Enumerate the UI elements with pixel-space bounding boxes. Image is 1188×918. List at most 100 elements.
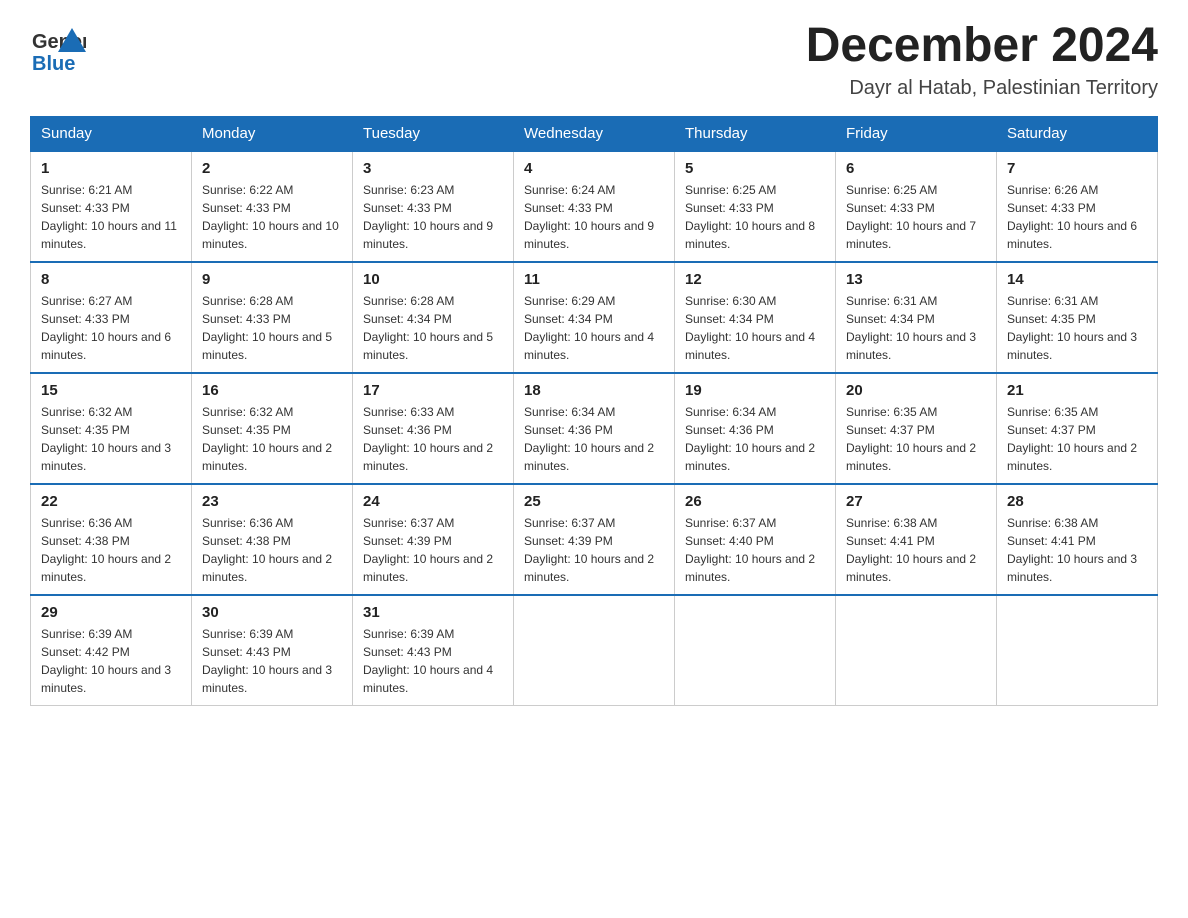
day-number: 30 <box>202 604 342 621</box>
calendar-cell: 24 Sunrise: 6:37 AM Sunset: 4:39 PM Dayl… <box>353 484 514 595</box>
calendar-cell: 29 Sunrise: 6:39 AM Sunset: 4:42 PM Dayl… <box>31 595 192 706</box>
day-info: Sunrise: 6:37 AM Sunset: 4:39 PM Dayligh… <box>524 514 664 586</box>
logo-icon: General Blue <box>30 20 86 76</box>
day-info: Sunrise: 6:28 AM Sunset: 4:33 PM Dayligh… <box>202 292 342 364</box>
calendar-cell: 16 Sunrise: 6:32 AM Sunset: 4:35 PM Dayl… <box>192 373 353 484</box>
day-info: Sunrise: 6:35 AM Sunset: 4:37 PM Dayligh… <box>1007 403 1147 475</box>
calendar-cell <box>997 595 1158 706</box>
calendar-week-row: 29 Sunrise: 6:39 AM Sunset: 4:42 PM Dayl… <box>31 595 1158 706</box>
month-year-title: December 2024 <box>806 20 1158 73</box>
calendar-cell: 7 Sunrise: 6:26 AM Sunset: 4:33 PM Dayli… <box>997 151 1158 262</box>
calendar-cell: 31 Sunrise: 6:39 AM Sunset: 4:43 PM Dayl… <box>353 595 514 706</box>
day-number: 12 <box>685 271 825 288</box>
calendar-cell: 28 Sunrise: 6:38 AM Sunset: 4:41 PM Dayl… <box>997 484 1158 595</box>
day-number: 5 <box>685 160 825 177</box>
calendar-cell: 25 Sunrise: 6:37 AM Sunset: 4:39 PM Dayl… <box>514 484 675 595</box>
day-info: Sunrise: 6:36 AM Sunset: 4:38 PM Dayligh… <box>41 514 181 586</box>
day-info: Sunrise: 6:27 AM Sunset: 4:33 PM Dayligh… <box>41 292 181 364</box>
calendar-cell: 23 Sunrise: 6:36 AM Sunset: 4:38 PM Dayl… <box>192 484 353 595</box>
calendar-cell: 5 Sunrise: 6:25 AM Sunset: 4:33 PM Dayli… <box>675 151 836 262</box>
calendar-cell: 26 Sunrise: 6:37 AM Sunset: 4:40 PM Dayl… <box>675 484 836 595</box>
calendar-cell: 9 Sunrise: 6:28 AM Sunset: 4:33 PM Dayli… <box>192 262 353 373</box>
day-number: 24 <box>363 493 503 510</box>
calendar-week-row: 1 Sunrise: 6:21 AM Sunset: 4:33 PM Dayli… <box>31 151 1158 262</box>
day-number: 25 <box>524 493 664 510</box>
calendar-cell: 13 Sunrise: 6:31 AM Sunset: 4:34 PM Dayl… <box>836 262 997 373</box>
day-info: Sunrise: 6:31 AM Sunset: 4:35 PM Dayligh… <box>1007 292 1147 364</box>
calendar-cell: 19 Sunrise: 6:34 AM Sunset: 4:36 PM Dayl… <box>675 373 836 484</box>
day-number: 11 <box>524 271 664 288</box>
day-number: 2 <box>202 160 342 177</box>
day-number: 26 <box>685 493 825 510</box>
page-header: General Blue December 2024 Dayr al Hatab… <box>30 20 1158 100</box>
svg-text:Blue: Blue <box>32 53 75 75</box>
day-number: 29 <box>41 604 181 621</box>
day-number: 3 <box>363 160 503 177</box>
calendar-cell: 14 Sunrise: 6:31 AM Sunset: 4:35 PM Dayl… <box>997 262 1158 373</box>
day-info: Sunrise: 6:37 AM Sunset: 4:39 PM Dayligh… <box>363 514 503 586</box>
calendar-cell: 6 Sunrise: 6:25 AM Sunset: 4:33 PM Dayli… <box>836 151 997 262</box>
day-info: Sunrise: 6:32 AM Sunset: 4:35 PM Dayligh… <box>41 403 181 475</box>
day-number: 31 <box>363 604 503 621</box>
header-sunday: Sunday <box>31 116 192 151</box>
day-info: Sunrise: 6:32 AM Sunset: 4:35 PM Dayligh… <box>202 403 342 475</box>
day-number: 10 <box>363 271 503 288</box>
day-info: Sunrise: 6:24 AM Sunset: 4:33 PM Dayligh… <box>524 181 664 253</box>
day-number: 14 <box>1007 271 1147 288</box>
calendar-week-row: 22 Sunrise: 6:36 AM Sunset: 4:38 PM Dayl… <box>31 484 1158 595</box>
day-number: 23 <box>202 493 342 510</box>
day-number: 4 <box>524 160 664 177</box>
calendar-cell: 4 Sunrise: 6:24 AM Sunset: 4:33 PM Dayli… <box>514 151 675 262</box>
location-subtitle: Dayr al Hatab, Palestinian Territory <box>806 77 1158 100</box>
header-thursday: Thursday <box>675 116 836 151</box>
day-number: 8 <box>41 271 181 288</box>
logo: General Blue <box>30 20 90 76</box>
calendar-cell <box>514 595 675 706</box>
calendar-cell: 10 Sunrise: 6:28 AM Sunset: 4:34 PM Dayl… <box>353 262 514 373</box>
day-info: Sunrise: 6:25 AM Sunset: 4:33 PM Dayligh… <box>685 181 825 253</box>
calendar-header-row: SundayMondayTuesdayWednesdayThursdayFrid… <box>31 116 1158 151</box>
calendar-cell: 21 Sunrise: 6:35 AM Sunset: 4:37 PM Dayl… <box>997 373 1158 484</box>
day-info: Sunrise: 6:34 AM Sunset: 4:36 PM Dayligh… <box>524 403 664 475</box>
day-info: Sunrise: 6:39 AM Sunset: 4:43 PM Dayligh… <box>363 625 503 697</box>
day-number: 28 <box>1007 493 1147 510</box>
day-info: Sunrise: 6:28 AM Sunset: 4:34 PM Dayligh… <box>363 292 503 364</box>
day-info: Sunrise: 6:36 AM Sunset: 4:38 PM Dayligh… <box>202 514 342 586</box>
calendar-cell: 30 Sunrise: 6:39 AM Sunset: 4:43 PM Dayl… <box>192 595 353 706</box>
calendar-cell: 11 Sunrise: 6:29 AM Sunset: 4:34 PM Dayl… <box>514 262 675 373</box>
calendar-cell: 22 Sunrise: 6:36 AM Sunset: 4:38 PM Dayl… <box>31 484 192 595</box>
calendar-cell: 3 Sunrise: 6:23 AM Sunset: 4:33 PM Dayli… <box>353 151 514 262</box>
day-info: Sunrise: 6:31 AM Sunset: 4:34 PM Dayligh… <box>846 292 986 364</box>
day-info: Sunrise: 6:30 AM Sunset: 4:34 PM Dayligh… <box>685 292 825 364</box>
day-number: 22 <box>41 493 181 510</box>
calendar-cell <box>675 595 836 706</box>
calendar-cell: 8 Sunrise: 6:27 AM Sunset: 4:33 PM Dayli… <box>31 262 192 373</box>
header-saturday: Saturday <box>997 116 1158 151</box>
day-info: Sunrise: 6:38 AM Sunset: 4:41 PM Dayligh… <box>846 514 986 586</box>
calendar-cell: 12 Sunrise: 6:30 AM Sunset: 4:34 PM Dayl… <box>675 262 836 373</box>
day-number: 9 <box>202 271 342 288</box>
header-friday: Friday <box>836 116 997 151</box>
day-info: Sunrise: 6:37 AM Sunset: 4:40 PM Dayligh… <box>685 514 825 586</box>
day-info: Sunrise: 6:39 AM Sunset: 4:43 PM Dayligh… <box>202 625 342 697</box>
day-info: Sunrise: 6:39 AM Sunset: 4:42 PM Dayligh… <box>41 625 181 697</box>
calendar-cell <box>836 595 997 706</box>
day-info: Sunrise: 6:38 AM Sunset: 4:41 PM Dayligh… <box>1007 514 1147 586</box>
day-number: 18 <box>524 382 664 399</box>
header-wednesday: Wednesday <box>514 116 675 151</box>
day-info: Sunrise: 6:29 AM Sunset: 4:34 PM Dayligh… <box>524 292 664 364</box>
calendar-table: SundayMondayTuesdayWednesdayThursdayFrid… <box>30 116 1158 706</box>
day-info: Sunrise: 6:25 AM Sunset: 4:33 PM Dayligh… <box>846 181 986 253</box>
day-number: 15 <box>41 382 181 399</box>
day-number: 17 <box>363 382 503 399</box>
day-info: Sunrise: 6:22 AM Sunset: 4:33 PM Dayligh… <box>202 181 342 253</box>
calendar-cell: 27 Sunrise: 6:38 AM Sunset: 4:41 PM Dayl… <box>836 484 997 595</box>
day-number: 19 <box>685 382 825 399</box>
day-number: 13 <box>846 271 986 288</box>
day-info: Sunrise: 6:26 AM Sunset: 4:33 PM Dayligh… <box>1007 181 1147 253</box>
day-info: Sunrise: 6:23 AM Sunset: 4:33 PM Dayligh… <box>363 181 503 253</box>
day-number: 21 <box>1007 382 1147 399</box>
day-info: Sunrise: 6:33 AM Sunset: 4:36 PM Dayligh… <box>363 403 503 475</box>
day-info: Sunrise: 6:35 AM Sunset: 4:37 PM Dayligh… <box>846 403 986 475</box>
day-info: Sunrise: 6:34 AM Sunset: 4:36 PM Dayligh… <box>685 403 825 475</box>
